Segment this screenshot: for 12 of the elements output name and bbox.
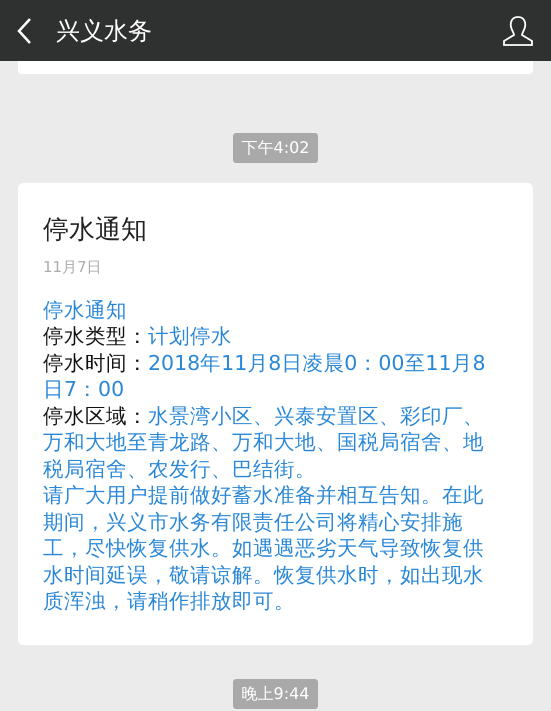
time-stamp: 晚上9:44 [232, 678, 318, 709]
message-date: 11月7日 [43, 257, 103, 278]
notice-field: 停水区域：水景湾小区、兴泰安置区、彩印厂、万和大地至青龙路、万和大地、国税局宿舍、地税局宿舍、农发行、巴结街。 [43, 402, 503, 482]
notice-field: 停水时间：2018年11月8日凌晨0：00至11月8日7：00 [43, 350, 503, 403]
back-icon[interactable] [16, 16, 32, 44]
notice-paragraph: 请广大用户提前做好蓄水准备并相互告知。在此期间，兴义市水务有限责任公司将精心安排施工，尽快恢复供水。如遇遇恶劣天气导致恢复供水时间延误，敬请谅解。恢复供水时，如出现水质浑浊，请稍作排放即可。 [43, 482, 485, 615]
notice-field: 停水类型：计划停水 [43, 323, 503, 350]
profile-icon[interactable] [501, 14, 535, 46]
chat-title: 兴义水务 [56, 16, 152, 46]
time-stamp: 下午4:02 [232, 133, 318, 163]
message-title: 停水通知 [43, 215, 148, 246]
notice-heading: 停水通知 [43, 296, 128, 324]
